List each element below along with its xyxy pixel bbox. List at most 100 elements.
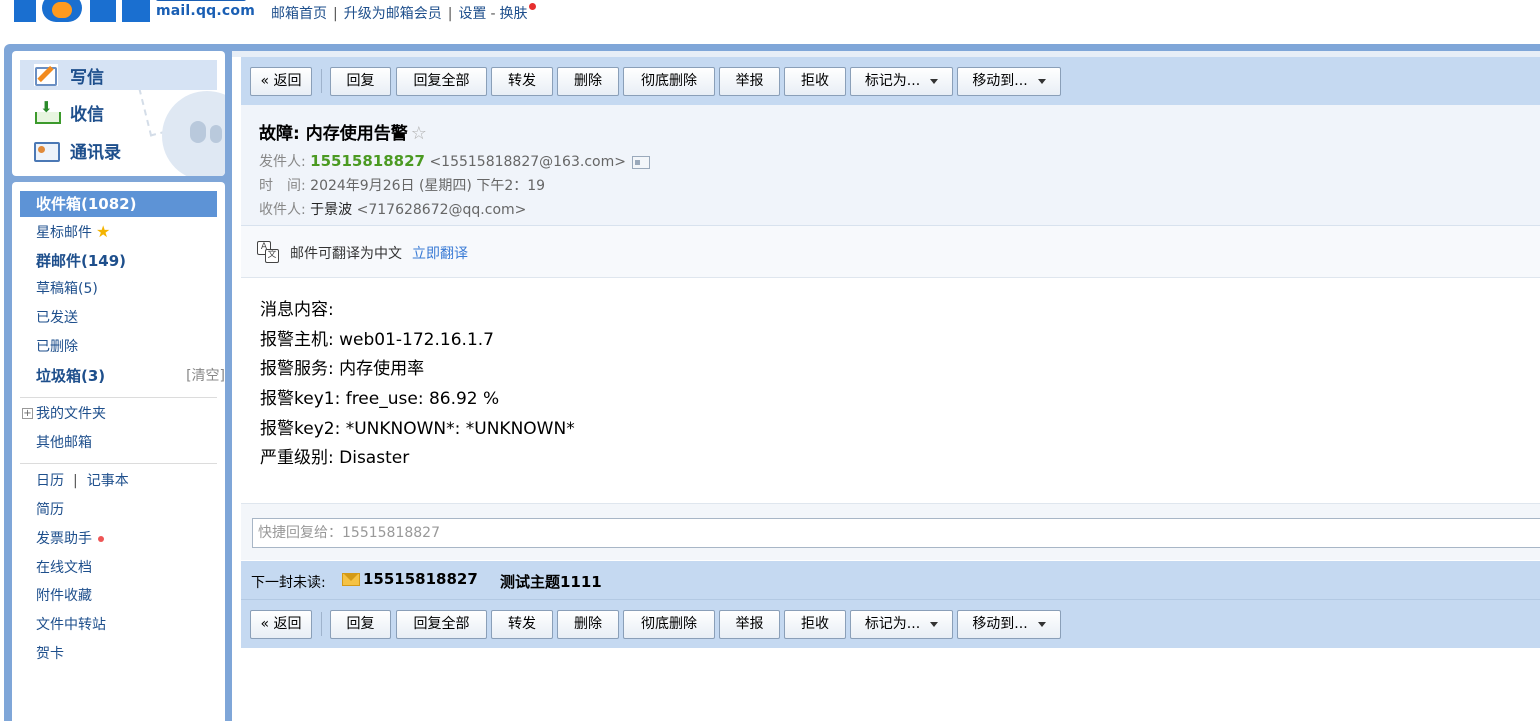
envelope-icon (342, 573, 360, 586)
quick-reply-area: 快捷回复给：15515818827 (241, 503, 1540, 560)
translate-now-link[interactable]: 立即翻译 (412, 246, 468, 262)
contact-card-icon[interactable] (631, 155, 650, 169)
back-button[interactable]: « 返回 (250, 610, 312, 639)
link-calendar[interactable]: 日历 (36, 473, 64, 489)
sidebar-folder-list: 收件箱(1082) 星标邮件 ★ 群邮件(149) 草稿箱(5) 已发送 已删除 … (12, 182, 225, 721)
delete-button[interactable]: 删除 (557, 67, 619, 96)
mail-read-pane: « 返回 回复 回复全部 转发 删除 彻底删除 举报 拒收 标记为... 移动到… (232, 51, 1540, 721)
divider (20, 463, 217, 464)
forward-button[interactable]: 转发 (491, 610, 553, 639)
link-invoice-assistant[interactable]: 发票助手 (20, 526, 217, 552)
body-line: 报警主机: web01-172.16.1.7 (260, 329, 494, 350)
body-line: 严重级别: Disaster (260, 448, 410, 469)
contacts-label: 通讯录 (70, 142, 121, 163)
translate-notice: 邮件可翻译为中文 立即翻译 (290, 246, 468, 262)
mail-body: 消息内容: 报警主机: web01-172.16.1.7 报警服务: 内存使用率… (260, 296, 1460, 474)
receive-mail-button[interactable]: 收信 (20, 97, 217, 127)
body-line: 报警key1: free_use: 86.92 % (260, 389, 500, 410)
mail-from-row: 发件人: 15515818827 <15515818827@163.com> (259, 151, 650, 171)
contacts-card-icon (34, 139, 60, 162)
mark-as-dropdown[interactable]: 标记为... (850, 67, 953, 96)
compose-label: 写信 (70, 67, 104, 88)
report-button[interactable]: 举报 (719, 67, 780, 96)
mail-subject: 故障: 内存使用告警 ☆ (259, 123, 427, 144)
compose-icon (34, 64, 58, 86)
forward-button[interactable]: 转发 (491, 67, 553, 96)
translate-icon: A文 (257, 241, 279, 263)
folder-drafts[interactable]: 草稿箱(5) (20, 276, 217, 302)
translate-bar: A文 邮件可翻译为中文 立即翻译 (241, 226, 1540, 278)
delete-button[interactable]: 删除 (557, 610, 619, 639)
reply-all-button[interactable]: 回复全部 (396, 610, 487, 639)
link-resume[interactable]: 简历 (20, 497, 217, 523)
reply-button[interactable]: 回复 (330, 610, 391, 639)
star-outline-icon[interactable]: ☆ (411, 123, 427, 144)
reply-all-button[interactable]: 回复全部 (396, 67, 487, 96)
link-upgrade-vip[interactable]: 升级为邮箱会员 (344, 6, 442, 22)
reply-button[interactable]: 回复 (330, 67, 391, 96)
next-unread-bar: 下一封未读: 15515818827 测试主题1111 (241, 561, 1540, 600)
sidebar-main-actions: 写信 收信 通讯录 (12, 51, 225, 176)
link-settings[interactable]: 设置 (458, 6, 486, 22)
chevron-down-icon (1037, 78, 1046, 84)
next-unread-sender[interactable]: 15515818827 (363, 570, 478, 588)
reject-button[interactable]: 拒收 (784, 67, 846, 96)
folder-other-mailbox[interactable]: 其他邮箱 (20, 430, 217, 456)
star-icon: ★ (96, 222, 111, 241)
expand-plus-icon[interactable]: + (22, 408, 33, 419)
receive-label: 收信 (70, 104, 104, 125)
sender-address[interactable]: <15515818827@163.com> (429, 154, 626, 170)
link-notes[interactable]: 记事本 (87, 473, 129, 489)
mark-as-dropdown[interactable]: 标记为... (850, 610, 953, 639)
clear-spam-link[interactable]: [清空] (186, 363, 225, 389)
chevron-down-icon (930, 621, 939, 627)
logo-wordmark (156, 0, 246, 1)
body-line: 消息内容: (260, 300, 334, 320)
folder-deleted[interactable]: 已删除 (20, 334, 217, 360)
mail-header: 故障: 内存使用告警 ☆ 发件人: 15515818827 <1551581882… (241, 105, 1540, 226)
report-button[interactable]: 举报 (719, 610, 780, 639)
link-greeting-cards[interactable]: 贺卡 (20, 641, 217, 667)
inbox-download-icon (34, 98, 61, 124)
chevron-down-icon (930, 78, 939, 84)
quick-reply-input[interactable]: 快捷回复给：15515818827 (252, 518, 1540, 548)
move-to-dropdown[interactable]: 移动到... (957, 67, 1061, 96)
body-line: 报警服务: 内存使用率 (260, 359, 425, 380)
mail-time-row: 时 间: 2024年9月26日 (星期四) 下午2：19 (259, 178, 546, 194)
link-online-docs[interactable]: 在线文档 (20, 555, 217, 581)
recipient-address[interactable]: <717628672@qq.com> (357, 202, 527, 218)
top-header: mail.qq.com 邮箱首页 | 升级为邮箱会员 | 设置 - 换肤 (0, 0, 1540, 44)
folder-group-mail[interactable]: 群邮件(149) (20, 248, 217, 274)
mail-time: 2024年9月26日 (星期四) 下午2：19 (310, 178, 546, 194)
folder-my-folders[interactable]: + 我的文件夹 (20, 401, 217, 427)
delete-permanently-button[interactable]: 彻底删除 (623, 67, 715, 96)
delete-permanently-button[interactable]: 彻底删除 (623, 610, 715, 639)
link-file-transfer[interactable]: 文件中转站 (20, 612, 217, 638)
next-unread-subject[interactable]: 测试主题1111 (500, 571, 602, 592)
move-to-dropdown[interactable]: 移动到... (957, 610, 1061, 639)
calendar-notes-row: 日历 | 记事本 (36, 473, 129, 489)
folder-starred[interactable]: 星标邮件 ★ (20, 219, 217, 245)
sender-name[interactable]: 15515818827 (310, 152, 425, 170)
new-dot-icon (98, 536, 104, 542)
qq-mail-logo[interactable] (14, 0, 150, 22)
reject-button[interactable]: 拒收 (784, 610, 846, 639)
contacts-button[interactable]: 通讯录 (20, 135, 217, 165)
chevron-down-icon (1037, 621, 1046, 627)
folder-inbox[interactable]: 收件箱(1082) (20, 191, 217, 217)
new-dot-icon (528, 3, 536, 10)
folder-spam[interactable]: 垃圾箱(3) [清空] (20, 363, 225, 389)
next-unread-label: 下一封未读: (251, 575, 326, 591)
compose-button[interactable]: 写信 (20, 60, 217, 90)
mail-to-row: 收件人: 于景波 <717628672@qq.com> (259, 202, 527, 218)
logo-domain: mail.qq.com (156, 3, 256, 19)
mail-toolbar-top: « 返回 回复 回复全部 转发 删除 彻底删除 举报 拒收 标记为... 移动到… (241, 57, 1540, 105)
body-line: 报警key2: *UNKNOWN*: *UNKNOWN* (260, 418, 575, 439)
recipient-name[interactable]: 于景波 (310, 202, 352, 218)
folder-sent[interactable]: 已发送 (20, 305, 217, 331)
back-button[interactable]: « 返回 (250, 67, 312, 96)
link-change-skin[interactable]: 换肤 (500, 6, 528, 22)
link-attachment-favorites[interactable]: 附件收藏 (20, 583, 217, 609)
link-mail-home[interactable]: 邮箱首页 (271, 6, 327, 22)
divider (20, 397, 217, 398)
